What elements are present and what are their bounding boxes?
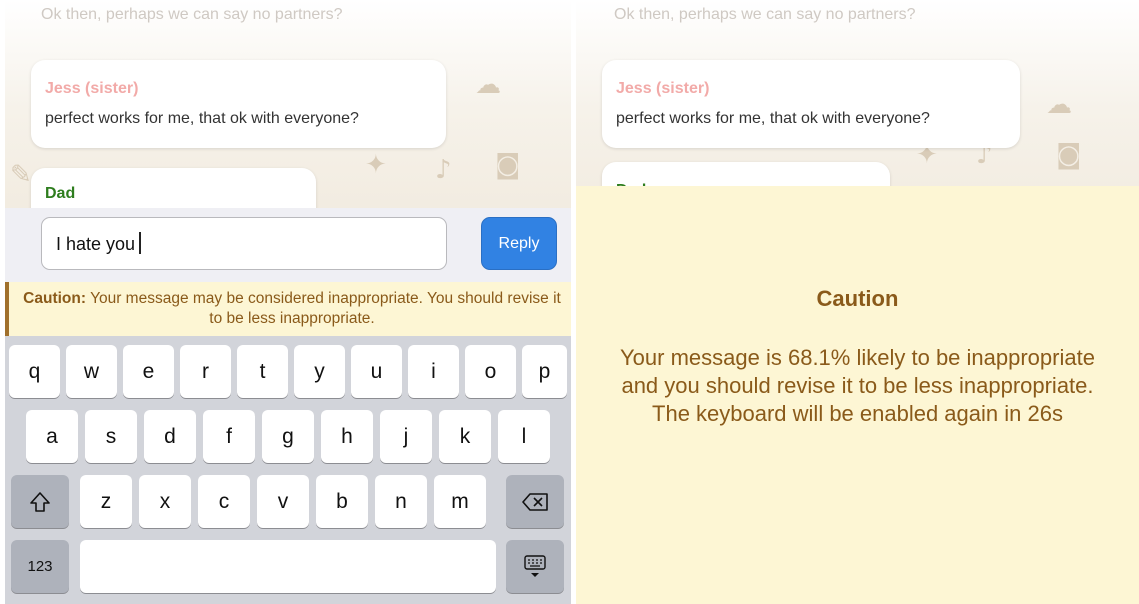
doodle-icon: ✎ bbox=[10, 160, 32, 190]
message-input[interactable]: I hate you bbox=[41, 217, 447, 270]
doodle-icon: ♪ bbox=[435, 155, 452, 185]
doodle-icon: ☁ bbox=[1046, 90, 1072, 120]
message-text: perfect works for me, that ok with every… bbox=[45, 110, 359, 127]
key-t[interactable]: t bbox=[237, 345, 288, 398]
text-cursor bbox=[139, 232, 141, 254]
caution-label: Caution: bbox=[23, 290, 87, 307]
key-g[interactable]: g bbox=[262, 410, 314, 463]
keyboard-dismiss-key[interactable] bbox=[506, 540, 564, 593]
key-j[interactable]: j bbox=[380, 410, 432, 463]
shift-key[interactable] bbox=[11, 475, 69, 528]
key-q[interactable]: q bbox=[9, 345, 60, 398]
key-a[interactable]: a bbox=[26, 410, 78, 463]
caution-title: Caution bbox=[816, 286, 899, 311]
camera-doodle-icon: ◙ bbox=[495, 150, 521, 180]
key-s[interactable]: s bbox=[85, 410, 137, 463]
doodle-icon: ☁ bbox=[475, 70, 501, 100]
space-key[interactable] bbox=[80, 540, 496, 593]
key-z[interactable]: z bbox=[80, 475, 132, 528]
message-input-value: I hate you bbox=[56, 234, 136, 254]
camera-doodle-icon: ◙ bbox=[1056, 140, 1082, 170]
key-l[interactable]: l bbox=[498, 410, 550, 463]
faded-message: Ok then, perhaps we can say no partners? bbox=[614, 6, 916, 23]
key-k[interactable]: k bbox=[439, 410, 491, 463]
key-v[interactable]: v bbox=[257, 475, 309, 528]
message-bubble: Jess (sister) perfect works for me, that… bbox=[602, 60, 1020, 148]
caution-text: Your message may be considered inappropr… bbox=[90, 290, 561, 327]
compose-bar: I hate you Reply bbox=[5, 208, 571, 282]
key-o[interactable]: o bbox=[465, 345, 516, 398]
sender-name: Dad bbox=[45, 185, 76, 202]
key-i[interactable]: i bbox=[408, 345, 459, 398]
caution-message: Your message is 68.1% likely to be inapp… bbox=[620, 345, 1095, 426]
message-text: perfect works for me, that ok with every… bbox=[616, 110, 930, 127]
key-c[interactable]: c bbox=[198, 475, 250, 528]
backspace-icon bbox=[522, 492, 548, 511]
key-h[interactable]: h bbox=[321, 410, 373, 463]
shift-icon bbox=[30, 491, 50, 512]
key-r[interactable]: r bbox=[180, 345, 231, 398]
key-b[interactable]: b bbox=[316, 475, 368, 528]
key-f[interactable]: f bbox=[203, 410, 255, 463]
keyboard-lock-caution: Caution Your message is 68.1% likely to … bbox=[576, 186, 1139, 604]
key-e[interactable]: e bbox=[123, 345, 174, 398]
caution-banner: Caution: Your message may be considered … bbox=[5, 282, 571, 336]
key-p[interactable]: p bbox=[522, 345, 567, 398]
numbers-key[interactable]: 123 bbox=[11, 540, 69, 593]
doodle-icon: ✦ bbox=[365, 150, 387, 180]
key-u[interactable]: u bbox=[351, 345, 402, 398]
keyboard: q w e r t y u i o p a s d f g h j k l z … bbox=[5, 336, 571, 604]
key-w[interactable]: w bbox=[66, 345, 117, 398]
key-d[interactable]: d bbox=[144, 410, 196, 463]
key-y[interactable]: y bbox=[294, 345, 345, 398]
sender-name: Jess (sister) bbox=[616, 80, 710, 97]
chat-screen-with-keyboard-lock: ☁ ✦ ♪ ◙ Ok then, perhaps we can say no p… bbox=[576, 0, 1139, 604]
key-m[interactable]: m bbox=[434, 475, 486, 528]
key-x[interactable]: x bbox=[139, 475, 191, 528]
backspace-key[interactable] bbox=[506, 475, 564, 528]
chat-screen-with-warning-banner: ☁ ✦ ♪ ◙ ✎ Ok then, perhaps we can say no… bbox=[5, 0, 571, 604]
reply-button[interactable]: Reply bbox=[481, 217, 557, 270]
keyboard-dismiss-icon bbox=[524, 554, 546, 577]
sender-name: Jess (sister) bbox=[45, 80, 139, 97]
key-n[interactable]: n bbox=[375, 475, 427, 528]
faded-message: Ok then, perhaps we can say no partners? bbox=[41, 6, 343, 23]
message-bubble: Jess (sister) perfect works for me, that… bbox=[31, 60, 446, 148]
